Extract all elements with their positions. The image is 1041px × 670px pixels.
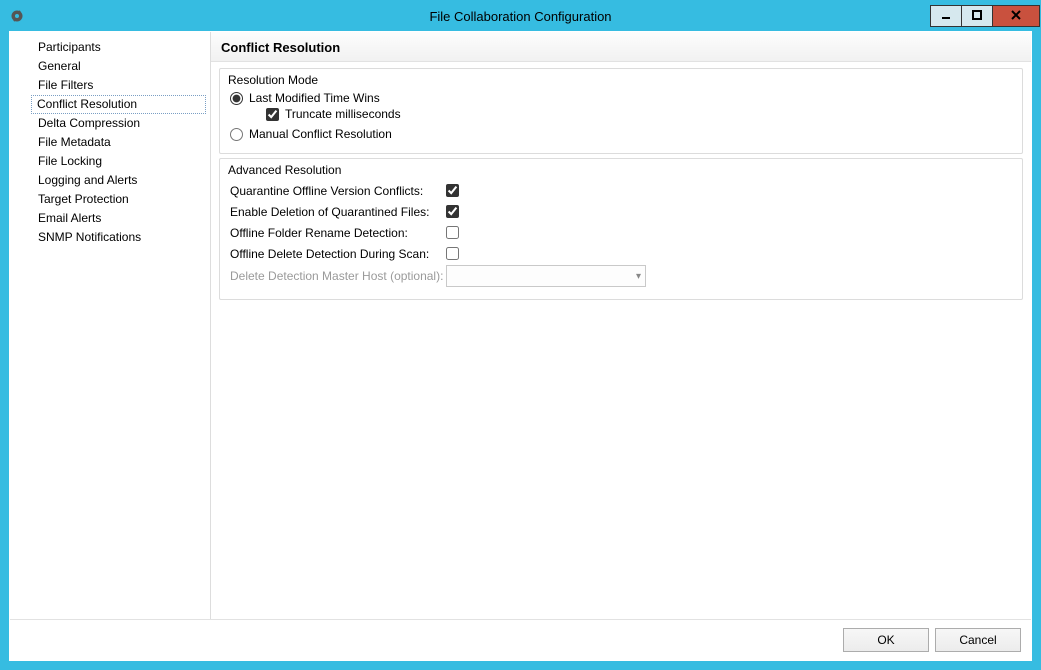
page-title: Conflict Resolution xyxy=(211,32,1031,62)
cancel-button[interactable]: Cancel xyxy=(935,628,1021,652)
ok-button-label: OK xyxy=(877,633,894,647)
resolution-mode-label: Resolution Mode xyxy=(228,73,1012,87)
truncate-ms-label: Truncate milliseconds xyxy=(285,107,401,121)
window-controls xyxy=(931,5,1040,27)
manual-label: Manual Conflict Resolution xyxy=(249,127,392,141)
master-host-label: Delete Detection Master Host (optional): xyxy=(230,269,446,283)
master-host-combo[interactable]: ▾ xyxy=(446,265,646,287)
last-modified-radio[interactable] xyxy=(230,92,243,105)
sidebar-item-email-alerts[interactable]: Email Alerts xyxy=(32,209,206,228)
page-body: Resolution Mode Last Modified Time Wins … xyxy=(211,62,1031,310)
advanced-resolution-label: Advanced Resolution xyxy=(228,163,1012,177)
app-icon xyxy=(7,6,27,26)
dialog-footer: OK Cancel xyxy=(10,619,1031,660)
maximize-icon xyxy=(972,10,982,23)
close-button[interactable] xyxy=(992,5,1040,27)
cancel-button-label: Cancel xyxy=(959,633,996,647)
advanced-row-label: Enable Deletion of Quarantined Files: xyxy=(230,205,446,219)
master-host-row: Delete Detection Master Host (optional):… xyxy=(230,265,1012,287)
advanced-row: Offline Delete Detection During Scan: xyxy=(230,244,1012,263)
sidebar-item-conflict-resolution[interactable]: Conflict Resolution xyxy=(31,95,206,114)
sidebar-item-file-metadata[interactable]: File Metadata xyxy=(32,133,206,152)
last-modified-label: Last Modified Time Wins xyxy=(249,91,380,105)
sidebar-item-file-filters[interactable]: File Filters xyxy=(32,76,206,95)
advanced-row-label: Offline Folder Rename Detection: xyxy=(230,226,446,240)
sidebar-item-logging-and-alerts[interactable]: Logging and Alerts xyxy=(32,171,206,190)
minimize-button[interactable] xyxy=(930,5,962,27)
dialog-window: File Collaboration Configuration xyxy=(0,0,1041,670)
chevron-down-icon: ▾ xyxy=(636,271,641,282)
advanced-row-label: Quarantine Offline Version Conflicts: xyxy=(230,184,446,198)
window-title: File Collaboration Configuration xyxy=(1,9,1040,24)
advanced-row-checkbox[interactable] xyxy=(446,247,459,260)
window-inner: File Collaboration Configuration xyxy=(1,1,1040,669)
main-panel: Conflict Resolution Resolution Mode Last… xyxy=(211,32,1031,619)
sidebar: ParticipantsGeneralFile FiltersConflict … xyxy=(10,32,210,619)
truncate-ms-checkbox[interactable] xyxy=(266,108,279,121)
sidebar-item-snmp-notifications[interactable]: SNMP Notifications xyxy=(32,228,206,247)
close-icon xyxy=(1010,9,1022,24)
resolution-mode-group: Resolution Mode Last Modified Time Wins … xyxy=(219,68,1023,154)
body: ParticipantsGeneralFile FiltersConflict … xyxy=(10,32,1031,619)
advanced-row: Quarantine Offline Version Conflicts: xyxy=(230,181,1012,200)
advanced-row-checkbox[interactable] xyxy=(446,184,459,197)
maximize-button[interactable] xyxy=(961,5,993,27)
title-bar[interactable]: File Collaboration Configuration xyxy=(1,1,1040,31)
sidebar-item-general[interactable]: General xyxy=(32,57,206,76)
advanced-row: Offline Folder Rename Detection: xyxy=(230,223,1012,242)
truncate-ms-row[interactable]: Truncate milliseconds xyxy=(266,107,1012,121)
sidebar-item-file-locking[interactable]: File Locking xyxy=(32,152,206,171)
client-area: ParticipantsGeneralFile FiltersConflict … xyxy=(9,31,1032,661)
sidebar-item-target-protection[interactable]: Target Protection xyxy=(32,190,206,209)
ok-button[interactable]: OK xyxy=(843,628,929,652)
manual-radio[interactable] xyxy=(230,128,243,141)
sidebar-item-participants[interactable]: Participants xyxy=(32,38,206,57)
advanced-row-checkbox[interactable] xyxy=(446,205,459,218)
manual-radio-row[interactable]: Manual Conflict Resolution xyxy=(230,127,1012,141)
sidebar-item-delta-compression[interactable]: Delta Compression xyxy=(32,114,206,133)
last-modified-radio-row[interactable]: Last Modified Time Wins xyxy=(230,91,1012,105)
advanced-row: Enable Deletion of Quarantined Files: xyxy=(230,202,1012,221)
advanced-row-checkbox[interactable] xyxy=(446,226,459,239)
minimize-icon xyxy=(941,10,951,23)
advanced-resolution-group: Advanced Resolution Quarantine Offline V… xyxy=(219,158,1023,300)
advanced-row-label: Offline Delete Detection During Scan: xyxy=(230,247,446,261)
